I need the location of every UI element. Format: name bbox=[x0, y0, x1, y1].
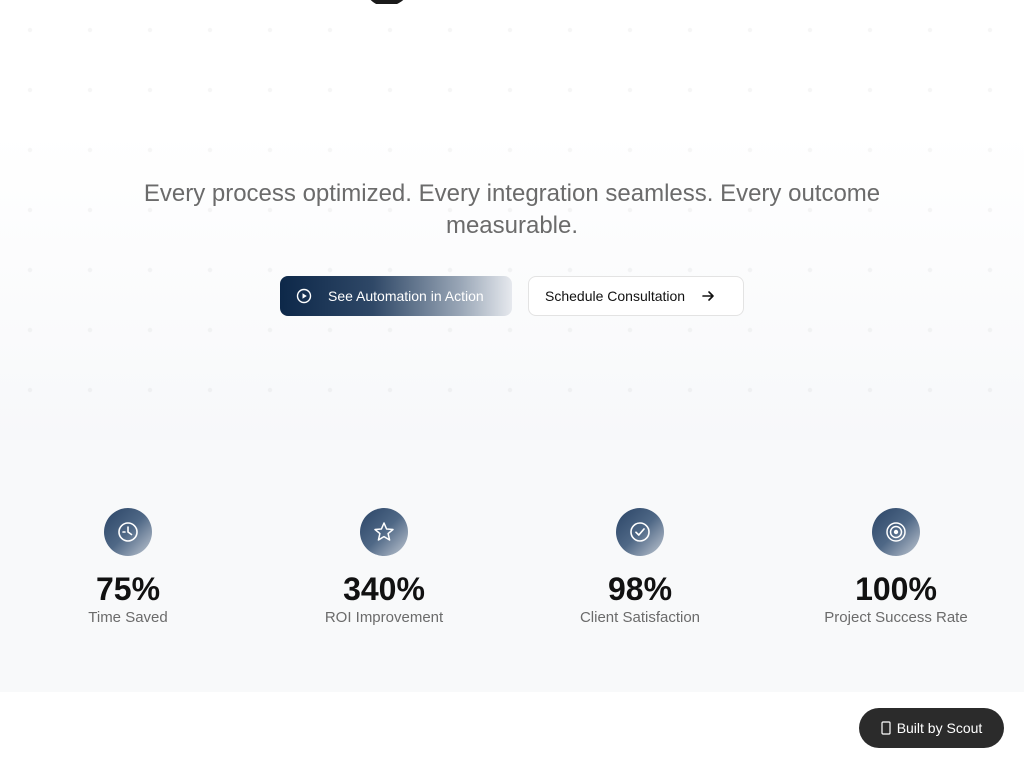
page: Every process optimized. Every integrati… bbox=[0, 0, 1024, 768]
arrow-right-icon bbox=[701, 289, 715, 303]
stat-value: 75% bbox=[95, 571, 161, 607]
star-icon bbox=[360, 508, 408, 556]
stat-roi-improvement: 340% ROI Improvement bbox=[284, 508, 484, 628]
stat-value: 98% bbox=[607, 571, 673, 607]
stat-label: Client Satisfaction bbox=[579, 609, 701, 626]
check-circle-icon bbox=[616, 508, 664, 556]
hero-tagline: Every process optimized. Every integrati… bbox=[143, 180, 881, 239]
hero-heading-fragment bbox=[370, 0, 403, 4]
stat-time-saved: 75% Time Saved bbox=[28, 508, 228, 628]
see-automation-label: See Automation in Action bbox=[328, 288, 484, 304]
stat-label: Project Success Rate bbox=[824, 609, 968, 626]
scout-icon bbox=[881, 721, 891, 735]
see-automation-button[interactable]: See Automation in Action bbox=[280, 276, 512, 316]
stat-label: Time Saved bbox=[88, 609, 168, 626]
stats-section: 75% Time Saved 340% ROI Improvement 98% … bbox=[0, 440, 1024, 692]
stat-value: 100% bbox=[855, 571, 937, 607]
hero-section: Every process optimized. Every integrati… bbox=[0, 0, 1024, 440]
schedule-consultation-label: Schedule Consultation bbox=[545, 288, 686, 304]
target-icon bbox=[872, 508, 920, 556]
play-circle-icon bbox=[296, 288, 312, 304]
stat-value: 340% bbox=[343, 571, 425, 607]
stat-label: ROI Improvement bbox=[324, 609, 444, 626]
built-by-scout-label: Built by Scout bbox=[896, 720, 983, 736]
built-by-scout-badge[interactable]: Built by Scout bbox=[859, 708, 1004, 748]
schedule-consultation-button[interactable]: Schedule Consultation bbox=[528, 276, 744, 316]
stat-client-satisfaction: 98% Client Satisfaction bbox=[540, 508, 740, 628]
clock-icon bbox=[104, 508, 152, 556]
stat-project-success: 100% Project Success Rate bbox=[796, 508, 996, 628]
